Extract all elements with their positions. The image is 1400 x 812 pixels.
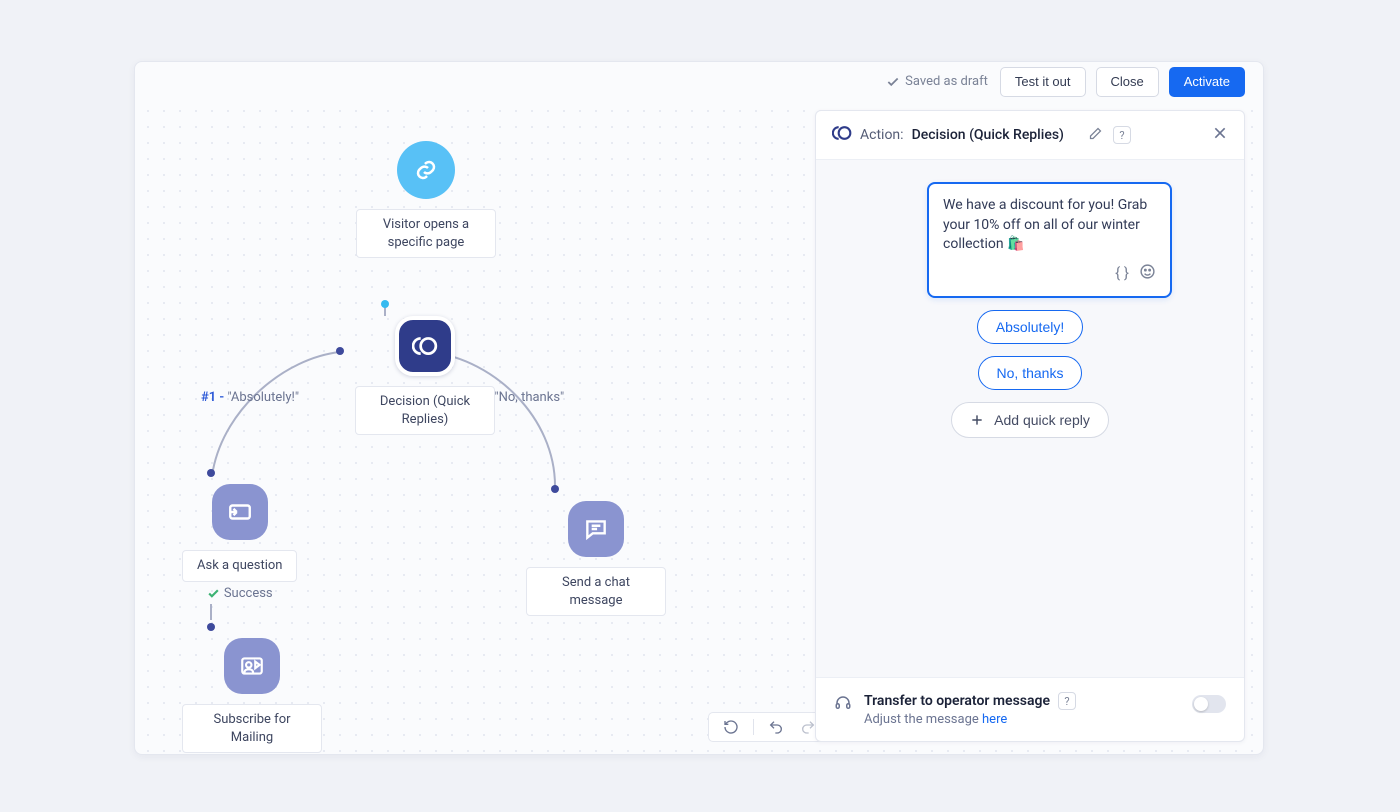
variables-icon[interactable]: { } (1115, 263, 1129, 287)
close-icon[interactable] (1212, 125, 1228, 145)
port-top-subscribe[interactable] (207, 623, 215, 631)
toggle-knob (1194, 697, 1208, 711)
edit-icon[interactable] (1088, 126, 1103, 145)
node-trigger[interactable]: Visitor opens a specific page (356, 141, 496, 258)
panel-body: We have a discount for you! Grab your 10… (816, 159, 1244, 678)
node-ask[interactable]: Ask a question Success (182, 484, 297, 601)
transfer-desc-text: Adjust the message (864, 712, 982, 727)
app-window: Saved as draft Test it out Close Activat… (134, 61, 1264, 755)
headset-icon (834, 694, 852, 716)
message-text: We have a discount for you! Grab your 10… (943, 197, 1147, 252)
success-text: Success (224, 586, 273, 601)
decision-icon (395, 316, 455, 376)
port-top-send[interactable] (551, 485, 559, 493)
edge-text-2: "No, thanks" (494, 390, 564, 405)
quick-reply-2[interactable]: No, thanks (978, 356, 1083, 390)
link-circle-icon (397, 141, 455, 199)
status-text: Saved as draft (905, 74, 988, 89)
action-name: Decision (Quick Replies) (912, 127, 1064, 143)
panel-header: Action: Decision (Quick Replies) ? (816, 111, 1244, 159)
edge-num-1: #1 - (201, 390, 224, 405)
node-label: Send a chat message (526, 567, 666, 616)
activate-button[interactable]: Activate (1169, 67, 1245, 97)
divider (753, 719, 754, 735)
node-label: Visitor opens a specific page (356, 209, 496, 258)
transfer-link[interactable]: here (982, 712, 1007, 727)
undo-icon[interactable] (766, 717, 786, 737)
check-icon (207, 587, 220, 600)
close-button[interactable]: Close (1096, 67, 1159, 97)
node-label: Subscribe for Mailing (182, 704, 322, 753)
add-reply-label: Add quick reply (994, 412, 1090, 428)
success-row: Success (207, 586, 273, 601)
canvas-controls (708, 712, 831, 742)
action-prefix: Action: (860, 127, 904, 143)
port-top-ask[interactable] (207, 469, 215, 477)
decision-icon (832, 123, 852, 147)
ask-question-icon (212, 484, 268, 540)
port-left-decision[interactable] (336, 347, 344, 355)
node-label: Decision (Quick Replies) (355, 386, 495, 435)
toolbar: Saved as draft Test it out Close Activat… (135, 62, 1263, 98)
edge-label-1: #1 - "Absolutely!" (201, 390, 299, 405)
panel-footer: Transfer to operator message ? Adjust th… (816, 678, 1244, 741)
node-send[interactable]: Send a chat message (526, 501, 666, 616)
node-subscribe[interactable]: Subscribe for Mailing (182, 638, 322, 753)
node-decision[interactable]: Decision (Quick Replies) (355, 316, 495, 435)
transfer-toggle[interactable] (1192, 695, 1226, 713)
chat-icon (568, 501, 624, 557)
plus-icon (970, 413, 984, 427)
edge-text-1: "Absolutely!" (227, 390, 299, 405)
reset-icon[interactable] (721, 717, 741, 737)
emoji-icon[interactable] (1139, 263, 1156, 287)
help-icon[interactable]: ? (1058, 692, 1076, 710)
check-icon (886, 75, 900, 89)
node-label: Ask a question (182, 550, 297, 582)
status-saved: Saved as draft (886, 74, 988, 89)
mailing-icon (224, 638, 280, 694)
side-panel: Action: Decision (Quick Replies) ? We ha… (815, 110, 1245, 742)
add-quick-reply-button[interactable]: Add quick reply (951, 402, 1109, 438)
message-editor[interactable]: We have a discount for you! Grab your 10… (927, 182, 1172, 298)
quick-reply-1[interactable]: Absolutely! (977, 310, 1083, 344)
port-bottom-trigger[interactable] (381, 300, 389, 308)
transfer-desc: Adjust the message here (864, 712, 1180, 727)
transfer-title: Transfer to operator message (864, 693, 1050, 709)
bubble-tools: { } (943, 263, 1156, 287)
help-icon[interactable]: ? (1113, 126, 1131, 144)
test-button[interactable]: Test it out (1000, 67, 1086, 97)
